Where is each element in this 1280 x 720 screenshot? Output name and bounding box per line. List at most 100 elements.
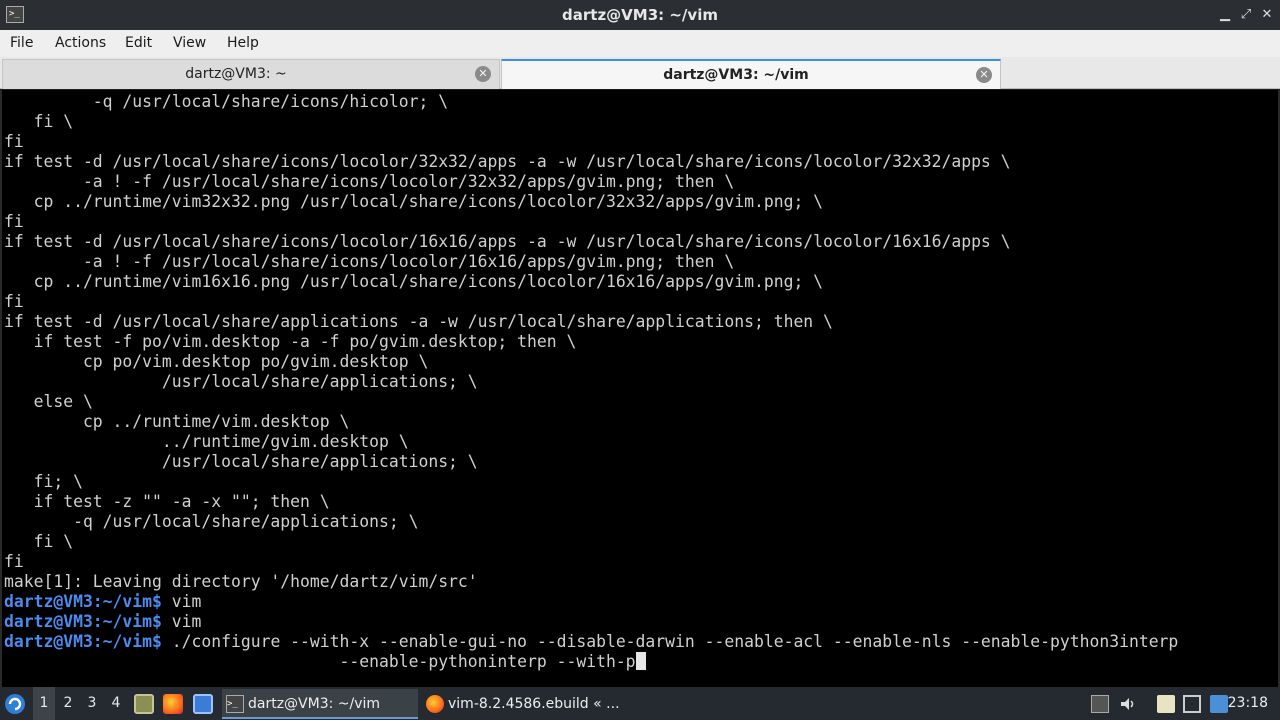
terminal-text: if test -d /usr/local/share/icons/locolo… — [4, 232, 1011, 251]
volume-icon[interactable] — [1119, 695, 1137, 713]
terminal-icon: >_ — [226, 695, 244, 713]
terminal-line: cp po/vim.desktop po/gvim.desktop \ — [4, 352, 1178, 372]
shell-prompt: dartz@VM3:~/vim$ — [4, 592, 162, 611]
clock[interactable]: 23:18 — [1228, 687, 1268, 720]
terminal-line: fi \ — [4, 112, 1178, 132]
terminal-text: -a ! -f /usr/local/share/icons/locolor/3… — [4, 172, 735, 191]
terminal-line: dartz@VM3:~/vim$ ./configure --with-x --… — [4, 632, 1178, 652]
tray-up-arrow-icon[interactable] — [1091, 695, 1109, 713]
terminal-line: dartz@VM3:~/vim$ vim — [4, 612, 1178, 632]
tab-close-icon[interactable]: ✕ — [475, 66, 491, 82]
terminal-text: if test -f po/vim.desktop -a -f po/gvim.… — [4, 332, 577, 351]
terminal-line: fi; \ — [4, 472, 1178, 492]
terminal-line: ../runtime/gvim.desktop \ — [4, 432, 1178, 452]
terminal-text: -q /usr/local/share/icons/hicolor; \ — [4, 92, 449, 111]
terminal-text: make[1]: Leaving directory '/home/dartz/… — [4, 572, 478, 591]
terminal-line: if test -d /usr/local/share/applications… — [4, 312, 1178, 332]
show-desktop-icon[interactable] — [193, 694, 213, 714]
terminal-text: cp ../runtime/vim16x16.png /usr/local/sh… — [4, 272, 824, 291]
window-titlebar[interactable]: >_ dartz@VM3: ~/vim ▁ ⤢ ✕ — [0, 0, 1280, 30]
terminal-text: vim — [161, 612, 202, 631]
menu-help[interactable]: Help — [227, 30, 259, 57]
terminal-line: /usr/local/share/applications; \ — [4, 452, 1178, 472]
firefox-launcher-icon[interactable] — [163, 694, 183, 714]
terminal-line: -a ! -f /usr/local/share/icons/locolor/1… — [4, 252, 1178, 272]
terminal-text: fi — [4, 552, 24, 571]
minimize-button[interactable]: ▁ — [1215, 5, 1235, 25]
tab-bar: dartz@VM3: ~ ✕ dartz@VM3: ~/vim ✕ — [0, 57, 1280, 89]
terminal-text: else \ — [4, 392, 93, 411]
terminal-text: cp ../runtime/vim32x32.png /usr/local/sh… — [4, 192, 824, 211]
terminal-text: fi — [4, 212, 24, 231]
tab-label: dartz@VM3: ~/vim — [663, 67, 809, 83]
terminal-text: fi \ — [4, 532, 74, 551]
terminal-line: else \ — [4, 392, 1178, 412]
terminal-line: cp ../runtime/vim32x32.png /usr/local/sh… — [4, 192, 1178, 212]
terminal-text: if test -d /usr/local/share/applications… — [4, 312, 833, 331]
window-title: dartz@VM3: ~/vim — [562, 6, 718, 24]
tab-label: dartz@VM3: ~ — [185, 66, 287, 82]
terminal-line: fi \ — [4, 532, 1178, 552]
firefox-icon — [426, 695, 444, 713]
file-manager-icon[interactable] — [134, 694, 154, 714]
menu-edit[interactable]: Edit — [125, 30, 152, 57]
task-terminal[interactable]: >_ dartz@VM3: ~/vim — [222, 689, 418, 719]
workspace-1[interactable]: 1 — [33, 687, 55, 720]
terminal-text: if test -z "" -a -x ""; then \ — [4, 492, 330, 511]
terminal-text: vim — [161, 592, 202, 611]
terminal-line: if test -d /usr/local/share/icons/locolo… — [4, 152, 1178, 172]
terminal-output[interactable]: -q /usr/local/share/icons/hicolor; \ fi … — [0, 90, 1280, 687]
start-menu-icon[interactable] — [4, 687, 30, 720]
terminal-text: cp ../runtime/vim.desktop \ — [4, 412, 350, 431]
task-firefox[interactable]: vim-8.2.4586.ebuild « ... — [422, 689, 622, 719]
text-cursor — [635, 652, 646, 670]
terminal-line: if test -z "" -a -x ""; then \ — [4, 492, 1178, 512]
terminal-line: --enable-pythoninterp --with-p — [4, 652, 1178, 672]
terminal-line: if test -f po/vim.desktop -a -f po/gvim.… — [4, 332, 1178, 352]
terminal-text: -a ! -f /usr/local/share/icons/locolor/1… — [4, 252, 735, 271]
menu-view[interactable]: View — [173, 30, 206, 57]
terminal-line: -q /usr/local/share/icons/hicolor; \ — [4, 92, 1178, 112]
clipboard-icon[interactable] — [1157, 695, 1175, 713]
tab-close-icon[interactable]: ✕ — [976, 67, 992, 83]
menu-bar: File Actions Edit View Help — [0, 30, 1280, 57]
taskbar: 1 2 3 4 >_ dartz@VM3: ~/vim vim-8.2.4586… — [0, 687, 1280, 720]
terminal-text: --enable-pythoninterp --with-p — [4, 652, 636, 671]
terminal-text: ../runtime/gvim.desktop \ — [4, 432, 409, 451]
network-icon[interactable] — [1183, 695, 1201, 713]
workspace-2[interactable]: 2 — [57, 687, 79, 720]
terminal-line: fi — [4, 552, 1178, 572]
terminal-line: make[1]: Leaving directory '/home/dartz/… — [4, 572, 1178, 592]
shell-prompt: dartz@VM3:~/vim$ — [4, 632, 162, 651]
terminal-text: fi — [4, 132, 24, 151]
terminal-line: if test -d /usr/local/share/icons/locolo… — [4, 232, 1178, 252]
terminal-text: ./configure --with-x --enable-gui-no --d… — [161, 632, 1179, 651]
terminal-text: -q /usr/local/share/applications; \ — [4, 512, 419, 531]
terminal-line: cp ../runtime/vim.desktop \ — [4, 412, 1178, 432]
shell-prompt: dartz@VM3:~/vim$ — [4, 612, 162, 631]
menu-actions[interactable]: Actions — [55, 30, 106, 57]
terminal-line: fi — [4, 292, 1178, 312]
terminal-line: cp ../runtime/vim16x16.png /usr/local/sh… — [4, 272, 1178, 292]
maximize-button[interactable]: ⤢ — [1236, 5, 1256, 25]
terminal-text: fi; \ — [4, 472, 83, 491]
tab-vim[interactable]: dartz@VM3: ~/vim ✕ — [501, 59, 1001, 89]
terminal-text: /usr/local/share/applications; \ — [4, 372, 478, 391]
workspace-3[interactable]: 3 — [81, 687, 103, 720]
workspace-4[interactable]: 4 — [105, 687, 127, 720]
terminal-text: cp po/vim.desktop po/gvim.desktop \ — [4, 352, 429, 371]
terminal-lines: -q /usr/local/share/icons/hicolor; \ fi … — [4, 92, 1178, 672]
terminal-text: if test -d /usr/local/share/icons/locolo… — [4, 152, 1011, 171]
terminal-line: -a ! -f /usr/local/share/icons/locolor/3… — [4, 172, 1178, 192]
terminal-text: /usr/local/share/applications; \ — [4, 452, 478, 471]
update-notifier-icon[interactable] — [1210, 695, 1228, 713]
terminal-line: -q /usr/local/share/applications; \ — [4, 512, 1178, 532]
terminal-line: dartz@VM3:~/vim$ vim — [4, 592, 1178, 612]
close-window-button[interactable]: ✕ — [1257, 5, 1277, 25]
terminal-line: fi — [4, 132, 1178, 152]
task-label: vim-8.2.4586.ebuild « ... — [448, 696, 620, 712]
menu-file[interactable]: File — [10, 30, 33, 57]
tab-home[interactable]: dartz@VM3: ~ ✕ — [2, 59, 500, 89]
terminal-line: fi — [4, 212, 1178, 232]
task-label: dartz@VM3: ~/vim — [248, 696, 381, 712]
